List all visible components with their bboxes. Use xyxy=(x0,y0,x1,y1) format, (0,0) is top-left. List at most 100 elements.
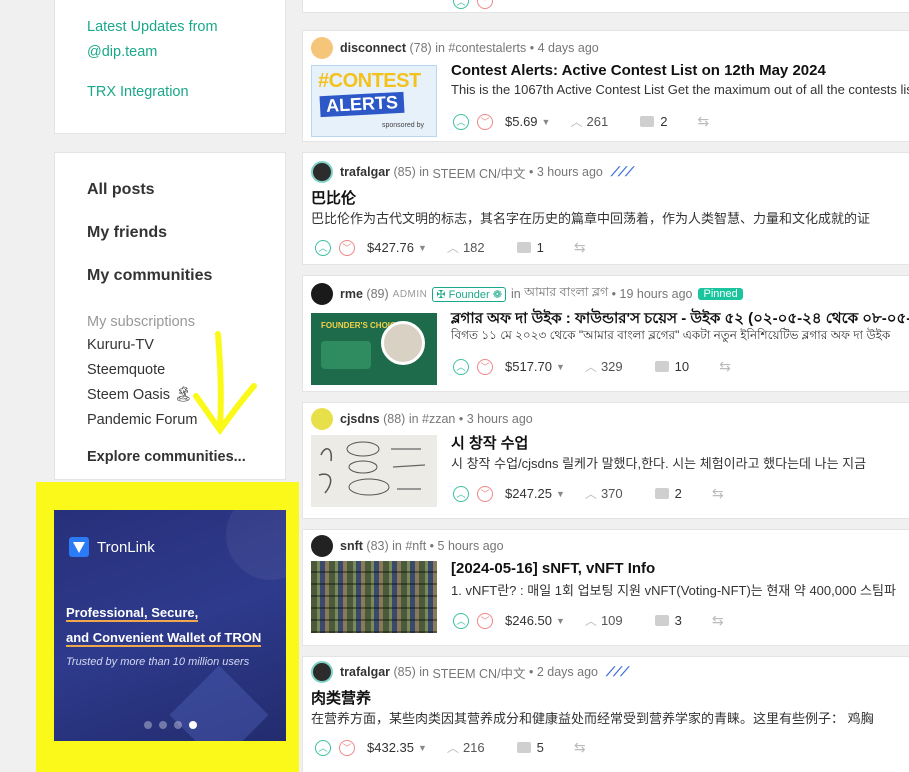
comments-icon[interactable] xyxy=(654,488,669,499)
post-votes[interactable]: 216 xyxy=(463,740,485,755)
post-community[interactable]: STEEM CN/中文 xyxy=(432,163,525,182)
nav-my-communities[interactable]: My communities xyxy=(87,265,285,308)
post-thumbnail[interactable]: FOUNDER'S CHOICE xyxy=(311,313,437,385)
post-payout[interactable]: $246.50 xyxy=(505,613,552,628)
post-card[interactable]: cjsdns (88) in #zzan • 3 hours ago 시 창작 … xyxy=(302,402,909,519)
upvote-icon[interactable]: ︿ xyxy=(453,612,469,629)
downvote-icon[interactable]: ﹀ xyxy=(339,739,355,756)
comments-icon[interactable] xyxy=(516,242,531,253)
post-payout[interactable]: $427.76 xyxy=(367,240,414,255)
reblog-icon[interactable]: ⇆ xyxy=(712,485,724,502)
post-comments[interactable]: 2 xyxy=(675,486,682,501)
downvote-icon[interactable]: ﹀ xyxy=(477,485,493,502)
comments-icon[interactable] xyxy=(654,615,669,626)
reblog-icon[interactable]: ⇆ xyxy=(574,239,586,256)
carousel-dot[interactable] xyxy=(159,721,167,729)
reblog-icon[interactable]: ⇆ xyxy=(574,739,586,756)
trx-integration-link[interactable]: TRX Integration xyxy=(87,80,285,105)
latest-updates-link[interactable]: Latest Updates from xyxy=(87,15,285,40)
post-comments[interactable]: 1 xyxy=(537,240,544,255)
reblog-icon[interactable]: ⇆ xyxy=(697,113,709,130)
post-community[interactable]: #contestalerts xyxy=(448,41,526,55)
post-author[interactable]: disconnect xyxy=(340,41,406,55)
downvote-icon[interactable]: ﹀ xyxy=(339,239,355,256)
explore-communities-link[interactable]: Explore communities... xyxy=(87,449,285,465)
post-author[interactable]: rme xyxy=(340,287,363,301)
payout-caret-icon[interactable]: ▼ xyxy=(418,743,427,753)
post-votes[interactable]: 261 xyxy=(586,114,608,129)
upvote-icon[interactable]: ︿ xyxy=(453,485,469,502)
comments-icon[interactable] xyxy=(640,116,655,127)
payout-caret-icon[interactable]: ▼ xyxy=(556,489,565,499)
post-votes[interactable]: 109 xyxy=(601,613,623,628)
post-summary[interactable]: 在营养方面，某些肉类因其营养成分和健康益处而经常受到营养学家的青睐。这里有些例子… xyxy=(311,708,874,727)
post-comments[interactable]: 2 xyxy=(660,114,667,129)
carousel-dot[interactable] xyxy=(174,721,182,729)
post-community[interactable]: STEEM CN/中文 xyxy=(432,663,525,682)
post-title[interactable]: Contest Alerts: Active Contest List on 1… xyxy=(451,62,826,79)
nav-my-friends[interactable]: My friends xyxy=(87,222,285,265)
author-avatar[interactable] xyxy=(311,661,333,683)
upvote-icon[interactable]: ︿ xyxy=(453,358,469,375)
reblog-icon[interactable]: ⇆ xyxy=(712,612,724,629)
post-thumbnail[interactable] xyxy=(311,435,437,507)
post-card[interactable]: disconnect (78) in #contestalerts • 4 da… xyxy=(302,30,909,142)
upvote-icon[interactable]: ︿ xyxy=(315,239,331,256)
post-comments[interactable]: 5 xyxy=(537,740,544,755)
post-title[interactable]: 巴比伦 xyxy=(311,187,356,208)
post-payout[interactable]: $517.70 xyxy=(505,359,552,374)
comments-icon[interactable] xyxy=(516,742,531,753)
post-author[interactable]: cjsdns xyxy=(340,412,380,426)
post-thumbnail[interactable]: #CONTEST ALERTS sponsored by xyxy=(311,65,437,137)
post-payout[interactable]: $5.69 xyxy=(505,114,538,129)
tronlink-ad-banner[interactable]: TronLink Professional, Secure, and Conve… xyxy=(54,510,286,741)
post-summary[interactable]: 巴比伦作为古代文明的标志，其名字在历史的篇章中回荡着，作为人类智慧、力量和文化成… xyxy=(311,208,870,227)
post-payout[interactable]: $247.25 xyxy=(505,486,552,501)
post-community[interactable]: #zzan xyxy=(422,412,455,426)
post-title[interactable]: 시 창작 수업 xyxy=(451,432,528,453)
post-card[interactable]: trafalgar (85) in STEEM CN/中文 • 3 hours … xyxy=(302,152,909,265)
downvote-icon[interactable]: ﹀ xyxy=(477,358,493,375)
post-card[interactable]: snft (83) in #nft • 5 hours ago [2024-05… xyxy=(302,529,909,646)
post-summary[interactable]: বিগত ১১ মে ২০২৩ থেকে "আমার বাংলা ব্লগের"… xyxy=(451,327,890,347)
nav-all-posts[interactable]: All posts xyxy=(87,179,285,222)
post-title[interactable]: 肉类营养 xyxy=(311,687,371,708)
author-avatar[interactable] xyxy=(311,161,333,183)
reblog-icon[interactable]: ⇆ xyxy=(719,358,731,375)
upvote-icon[interactable]: ︿ xyxy=(453,0,469,9)
post-summary[interactable]: 1. vNFT란? : 매일 1회 업보팅 지원 vNFT(Voting-NFT… xyxy=(451,580,896,599)
post-author[interactable]: trafalgar xyxy=(340,165,390,179)
downvote-icon[interactable]: ﹀ xyxy=(477,612,493,629)
comments-icon[interactable] xyxy=(654,361,669,372)
post-community[interactable]: #nft xyxy=(405,539,426,553)
payout-caret-icon[interactable]: ▼ xyxy=(542,117,551,127)
author-avatar[interactable] xyxy=(311,283,333,305)
post-title[interactable]: [2024-05-16] sNFT, vNFT Info xyxy=(451,560,655,577)
upvote-icon[interactable]: ︿ xyxy=(453,113,469,130)
downvote-icon[interactable]: ﹀ xyxy=(477,0,493,9)
carousel-dot-active[interactable] xyxy=(189,721,197,729)
post-payout[interactable]: $432.35 xyxy=(367,740,414,755)
dip-team-link[interactable]: @dip.team xyxy=(87,40,285,65)
post-author[interactable]: trafalgar xyxy=(340,665,390,679)
post-card-partial[interactable]: ︿ ﹀ xyxy=(302,0,909,13)
post-community[interactable]: আমার বাংলা ব্লগ xyxy=(524,284,608,304)
post-summary[interactable]: This is the 1067th Active Contest List G… xyxy=(451,82,909,97)
post-votes[interactable]: 329 xyxy=(601,359,623,374)
post-card[interactable]: trafalgar (85) in STEEM CN/中文 • 2 days a… xyxy=(302,656,909,772)
post-comments[interactable]: 10 xyxy=(675,359,689,374)
post-author[interactable]: snft xyxy=(340,539,363,553)
author-avatar[interactable] xyxy=(311,535,333,557)
payout-caret-icon[interactable]: ▼ xyxy=(556,362,565,372)
payout-caret-icon[interactable]: ▼ xyxy=(556,616,565,626)
author-avatar[interactable] xyxy=(311,37,333,59)
post-comments[interactable]: 3 xyxy=(675,613,682,628)
post-votes[interactable]: 182 xyxy=(463,240,485,255)
author-avatar[interactable] xyxy=(311,408,333,430)
post-thumbnail[interactable] xyxy=(311,561,437,633)
post-summary[interactable]: 시 창작 수업/cjsdns 릴케가 말했다,한다. 시는 체험이라고 했다는데… xyxy=(451,453,866,472)
downvote-icon[interactable]: ﹀ xyxy=(477,113,493,130)
payout-caret-icon[interactable]: ▼ xyxy=(418,243,427,253)
post-card[interactable]: rme (89) ADMIN ✠ Founder ❁ in আমার বাংলা ব্… xyxy=(302,275,909,392)
upvote-icon[interactable]: ︿ xyxy=(315,739,331,756)
